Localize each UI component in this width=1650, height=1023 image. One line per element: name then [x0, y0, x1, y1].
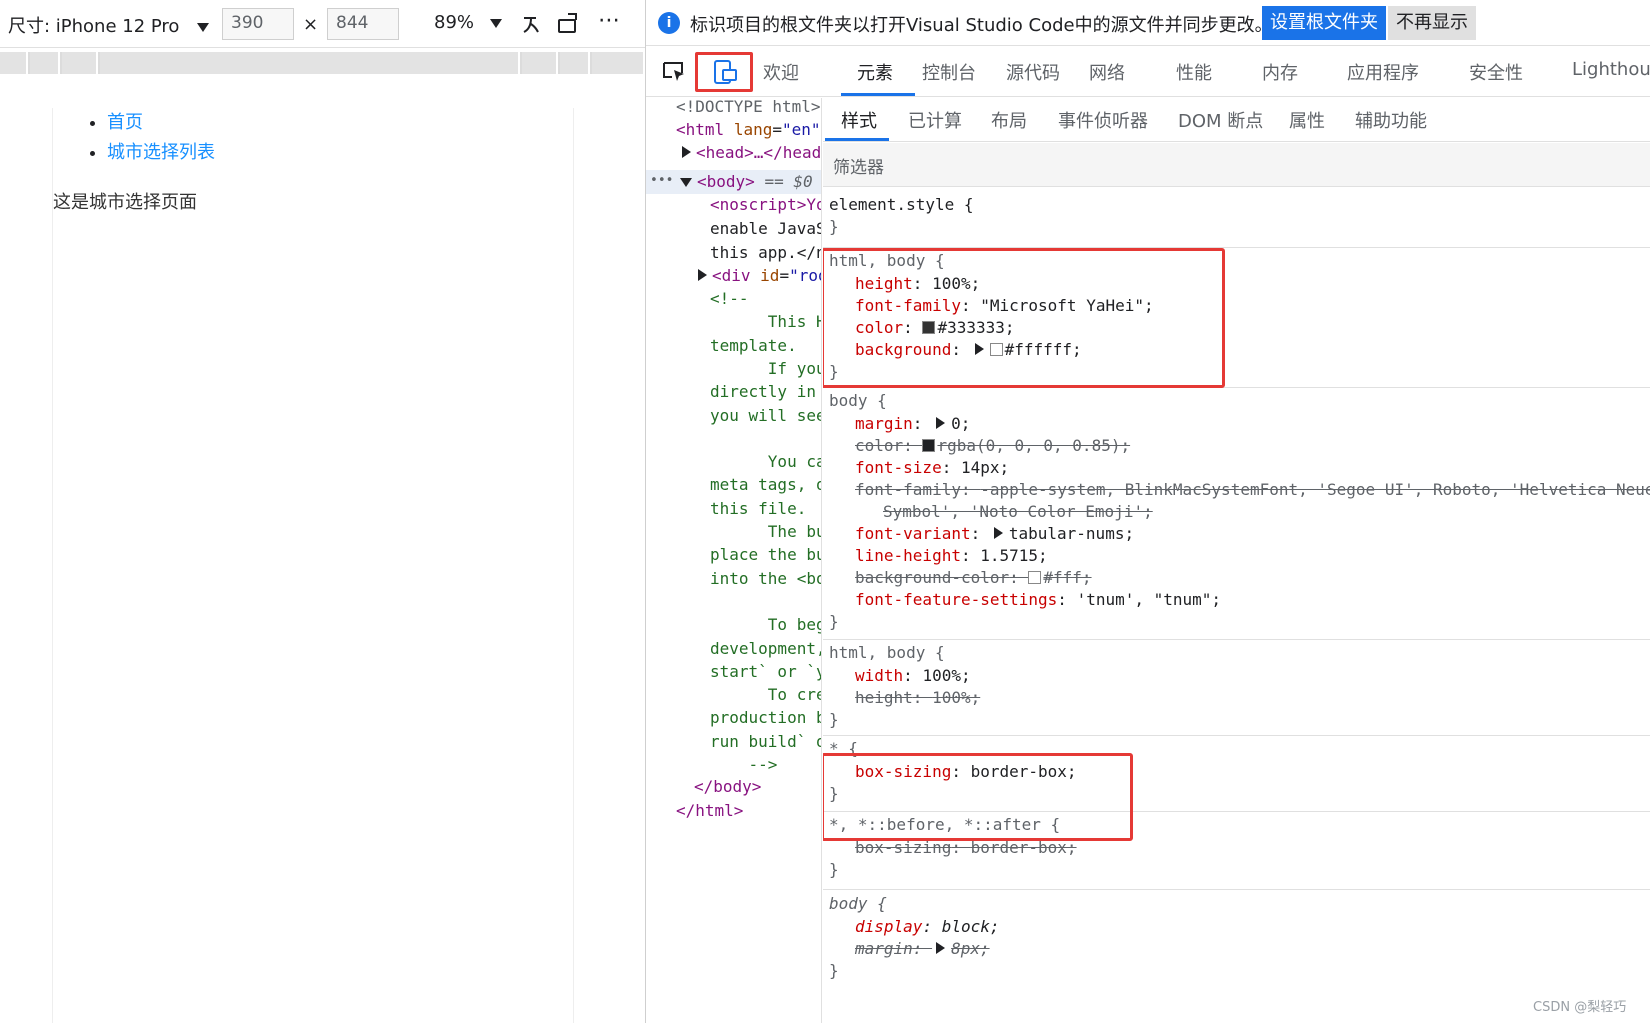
tab-application[interactable]: 应用程序	[1347, 59, 1419, 85]
dom-comment-line: place the bundled scripts	[710, 545, 821, 565]
dom-doctype[interactable]: <!DOCTYPE html>	[676, 98, 821, 118]
expand-icon	[698, 269, 707, 281]
zoom-dropdown[interactable]: 89%	[434, 12, 502, 33]
dom-comment-line: development, run `npm	[710, 638, 822, 658]
dont-show-again-button[interactable]: 不再显示	[1388, 6, 1476, 40]
filter-bar: 筛选器	[823, 143, 1650, 187]
dom-comment-line: -->	[710, 755, 778, 774]
dom-comment-line: run build` or `yarn build`.	[710, 731, 821, 751]
expand-icon	[993, 527, 1003, 539]
tab-console[interactable]: 控制台	[922, 59, 976, 85]
list-item: 城市选择列表	[107, 138, 573, 168]
media-query-ruler[interactable]	[0, 52, 645, 74]
expand-icon	[936, 942, 946, 954]
watermark: CSDN @梨轻巧	[1533, 1000, 1627, 1015]
throttle-icon[interactable]	[522, 14, 540, 34]
info-message: 标识项目的根文件夹以打开Visual Studio Code中的源文件并同步更改…	[690, 15, 1273, 36]
tab-security[interactable]: 安全性	[1469, 59, 1523, 85]
tab-performance[interactable]: 性能	[1176, 59, 1212, 85]
dom-head[interactable]: <head>…</head>	[682, 142, 821, 164]
tab-event-listeners[interactable]: 事件侦听器	[1058, 107, 1148, 133]
tab-dom-breakpoints[interactable]: DOM 断点	[1178, 107, 1263, 133]
device-toolbar-toggle[interactable]	[695, 52, 753, 92]
dom-comment-line: you will see an empty page.	[710, 405, 821, 425]
tab-memory[interactable]: 内存	[1262, 59, 1298, 85]
rule-html-body-2[interactable]: html, body { width: 100%; height: 100%; …	[823, 640, 1650, 736]
filter-input[interactable]: 筛选器	[833, 153, 884, 178]
expand-icon	[936, 417, 946, 429]
dom-comment-line: You can add webfonts,	[767, 452, 821, 472]
dom-text: this app.</noscript>	[710, 243, 822, 262]
list-item: 首页	[107, 108, 573, 138]
times-sign: ×	[303, 14, 319, 35]
dom-html-close[interactable]: </html>	[676, 800, 743, 822]
chevron-down-icon	[197, 23, 210, 32]
tab-properties[interactable]: 属性	[1289, 107, 1325, 133]
info-bar: i 标识项目的根文件夹以打开Visual Studio Code中的源文件并同步…	[646, 0, 1650, 46]
dom-comment-line: If you open it	[767, 358, 821, 378]
dom-comment-line: production bundle, use `npm	[710, 708, 821, 728]
device-dimensions-dropdown[interactable]: 尺寸: iPhone 12 Pro	[8, 12, 210, 38]
dom-comment-line: into the <body> tag.	[710, 568, 821, 588]
dom-text: enable JavaScript to run	[710, 219, 822, 238]
dom-body[interactable]: <body> == $0	[680, 171, 813, 193]
tab-accessibility[interactable]: 辅助功能	[1355, 107, 1427, 133]
dom-tree: <!DOCTYPE html> <html lang="en" <head>…<…	[646, 98, 822, 1023]
style-rules: element.style { } html, body { height: 1…	[823, 188, 1650, 1023]
device-viewport: 首页 城市选择列表 这是城市选择页面	[52, 108, 574, 1023]
dom-comment-line: directly in the browser,	[710, 382, 816, 402]
dom-noscript[interactable]: <noscript>You need to	[710, 194, 821, 216]
more-options-icon[interactable]: ⋯	[598, 8, 620, 33]
dom-comment-line: this file.	[710, 498, 807, 518]
device-toggle-icon	[714, 60, 737, 84]
color-swatch	[1028, 571, 1042, 584]
dom-comment-line: <!--	[710, 289, 749, 308]
dom-html[interactable]: <html lang="en"	[676, 119, 821, 141]
nav-link-city-list[interactable]: 城市选择列表	[107, 142, 215, 163]
tab-computed[interactable]: 已计算	[908, 107, 962, 133]
expand-icon	[682, 146, 691, 158]
width-input[interactable]: 390	[222, 8, 294, 40]
dom-comment-line: To create a	[767, 685, 821, 705]
height-input[interactable]: 844	[327, 8, 399, 40]
rotate-icon[interactable]	[556, 12, 580, 36]
chevron-down-icon	[489, 19, 502, 28]
tab-sources[interactable]: 源代码	[1006, 59, 1060, 85]
page-text: 这是城市选择页面	[53, 192, 197, 213]
nav-list: 首页 城市选择列表	[53, 108, 573, 168]
tab-styles[interactable]: 样式	[841, 107, 877, 133]
dom-row-dots[interactable]: •••	[650, 170, 673, 192]
info-icon: i	[658, 12, 680, 34]
nav-link-home[interactable]: 首页	[107, 112, 143, 133]
active-subtab-indicator	[825, 138, 889, 141]
rule-body-user-agent[interactable]: body { display: block; margin: 8px; }	[823, 890, 1650, 990]
tab-welcome[interactable]: 欢迎	[763, 59, 799, 85]
dom-comment-line: The build step will	[767, 522, 821, 541]
tab-layout[interactable]: 布局	[991, 107, 1027, 133]
highlight-box	[823, 248, 1225, 388]
tab-network[interactable]: 网络	[1089, 59, 1125, 85]
active-tab-indicator	[841, 93, 915, 96]
dom-body-close[interactable]: </body>	[694, 776, 761, 798]
dom-comment-line: This HTML file is a	[767, 312, 821, 332]
dom-comment-line: To begin the	[767, 615, 821, 635]
tab-lighthouse[interactable]: Lighthouse	[1572, 59, 1650, 80]
inspect-element-icon[interactable]	[662, 61, 686, 81]
color-swatch	[922, 439, 936, 452]
dom-comment-line: template.	[710, 335, 797, 355]
dom-comment-line: meta tags, or analytics to	[710, 475, 821, 495]
device-toolbar: 尺寸: iPhone 12 Pro 390 × 844 89% ⋯	[0, 0, 645, 48]
styles-subtabs: 样式 已计算 布局 事件侦听器 DOM 断点 属性 辅助功能	[823, 98, 1650, 142]
dom-div-root[interactable]: <div id="root"	[698, 265, 821, 287]
set-root-folder-button[interactable]: 设置根文件夹	[1262, 6, 1386, 40]
highlight-box	[823, 753, 1133, 841]
rule-element-style[interactable]: element.style { }	[823, 188, 1650, 248]
rule-body[interactable]: body { margin: 0; color: rgba(0, 0, 0, 0…	[823, 388, 1650, 640]
tab-elements[interactable]: 元素	[857, 59, 893, 85]
collapse-icon	[680, 178, 692, 187]
dom-comment-line: start` or `yarn start`.	[710, 661, 821, 681]
devtools-main-tabs: 欢迎 元素 控制台 源代码 网络 性能 内存 应用程序 安全性 Lighthou…	[646, 47, 1650, 97]
